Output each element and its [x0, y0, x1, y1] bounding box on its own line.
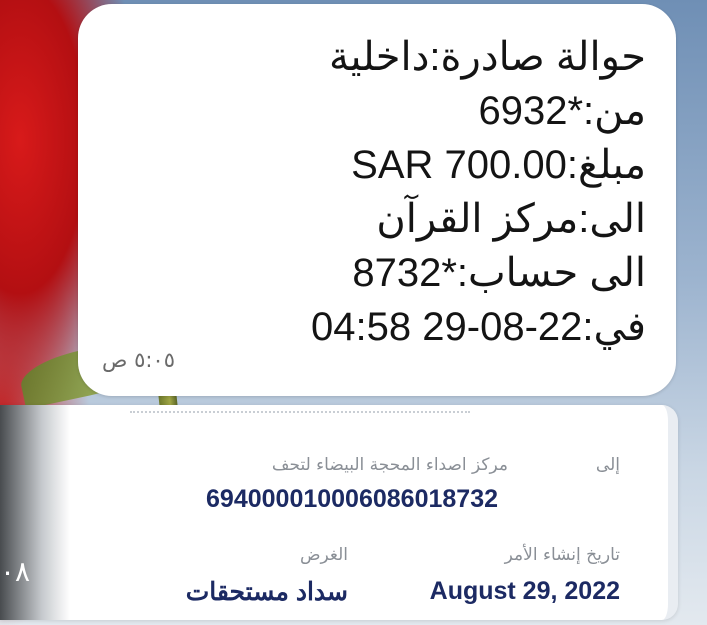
order-date-value: August 29, 2022 [429, 577, 620, 605]
recipient-name: مركز اصداء المحجة البيضاء لتحف [271, 455, 508, 475]
card-top-divider [130, 411, 470, 417]
message-line-to: الى:مركز القرآن [376, 197, 646, 241]
message-line-type: حوالة صادرة:داخلية [328, 35, 646, 79]
purpose-label: الغرض [299, 545, 348, 565]
message-text: حوالة صادرة:داخلية من:*6932 مبلغ:SAR 700… [126, 30, 646, 354]
recipient-label: إلى [595, 455, 620, 475]
transfer-details-card[interactable]: إلى مركز اصداء المحجة البيضاء لتحف 69400… [0, 405, 678, 620]
recipient-account-number: 694000010006086018732 [206, 485, 498, 513]
message-line-from: من:*6932 [478, 89, 646, 133]
overlay-corner-text: ٠٨ [0, 555, 31, 588]
purpose-value: سداد مستحقات [185, 578, 348, 606]
message-timestamp: ٥:٠٥ ص [102, 348, 175, 372]
message-line-datetime: في:22-08-29 04:58 [311, 305, 646, 349]
message-line-amount: مبلغ:SAR 700.00 [351, 143, 646, 187]
message-bubble[interactable]: حوالة صادرة:داخلية من:*6932 مبلغ:SAR 700… [78, 4, 676, 396]
order-date-label: تاريخ إنشاء الأمر [504, 545, 620, 565]
message-line-account: الى حساب:*8732 [352, 251, 646, 295]
